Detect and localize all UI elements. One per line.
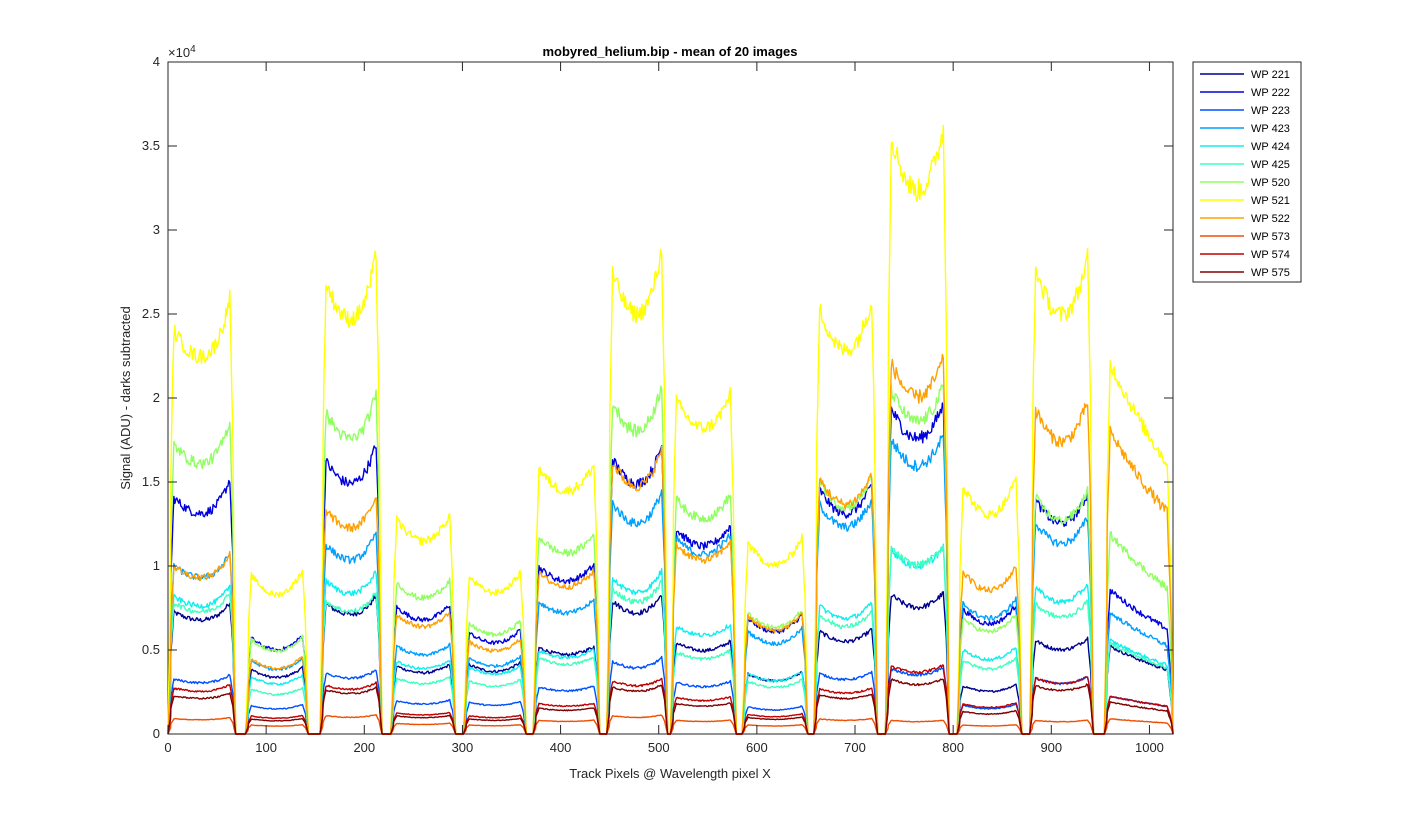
legend-label: WP 223	[1251, 105, 1290, 117]
x-axis-label: Track Pixels @ Wavelength pixel X	[569, 766, 771, 781]
x-tick-label: 300	[452, 740, 474, 755]
y-tick-label: 0.5	[142, 642, 160, 657]
legend-label: WP 221	[1251, 69, 1290, 81]
y-exponent-label: ×104	[168, 44, 196, 60]
legend-label: WP 424	[1251, 141, 1290, 153]
x-tick-label: 900	[1040, 740, 1062, 755]
y-tick-label: 3	[153, 222, 160, 237]
y-tick-label: 1.5	[142, 474, 160, 489]
x-tick-label: 0	[164, 740, 171, 755]
y-exponent-base: ×10	[168, 45, 190, 60]
x-tick-label: 200	[353, 740, 375, 755]
plot-area: 0 100 200 300 400 500 600 700 800 900 1000 0 0.5 1 1.…	[142, 54, 1174, 755]
x-tick-label: 400	[550, 740, 572, 755]
x-tick-label: 500	[648, 740, 670, 755]
svg-text:×104: ×104	[168, 44, 196, 60]
legend-label: WP 575	[1251, 267, 1290, 279]
x-tick-label: 100	[255, 740, 277, 755]
chart: 0 100 200 300 400 500 600 700 800 900 1000 0 0.5 1 1.…	[118, 44, 1302, 781]
legend-label: WP 425	[1251, 159, 1290, 171]
x-tick-label: 600	[746, 740, 768, 755]
legend-label: WP 522	[1251, 213, 1290, 225]
x-tick-label: 800	[942, 740, 964, 755]
axes-box	[167, 61, 1174, 735]
legend: WP 221 WP 222 WP 223 WP 423 WP 424 WP 425 WP 5…	[1192, 61, 1302, 283]
legend-label: WP 520	[1251, 177, 1290, 189]
x-tick-label: 1000	[1135, 740, 1164, 755]
y-exponent-power: 4	[190, 44, 196, 55]
legend-label: WP 521	[1251, 195, 1290, 207]
y-tick-label: 4	[153, 54, 160, 69]
legend-label: WP 423	[1251, 123, 1290, 135]
legend-label: WP 573	[1251, 231, 1290, 243]
y-tick-label: 3.5	[142, 138, 160, 153]
y-axis-label: Signal (ADU) - darks subtracted	[118, 306, 133, 490]
y-tick-label: 1	[153, 558, 160, 573]
y-tick-label: 2.5	[142, 306, 160, 321]
chart-title: mobyred_helium.bip - mean of 20 images	[542, 44, 797, 59]
y-tick-label: 0	[153, 726, 160, 741]
legend-label: WP 222	[1251, 87, 1290, 99]
legend-label: WP 574	[1251, 249, 1290, 261]
y-tick-label: 2	[153, 390, 160, 405]
x-tick-label: 700	[844, 740, 866, 755]
